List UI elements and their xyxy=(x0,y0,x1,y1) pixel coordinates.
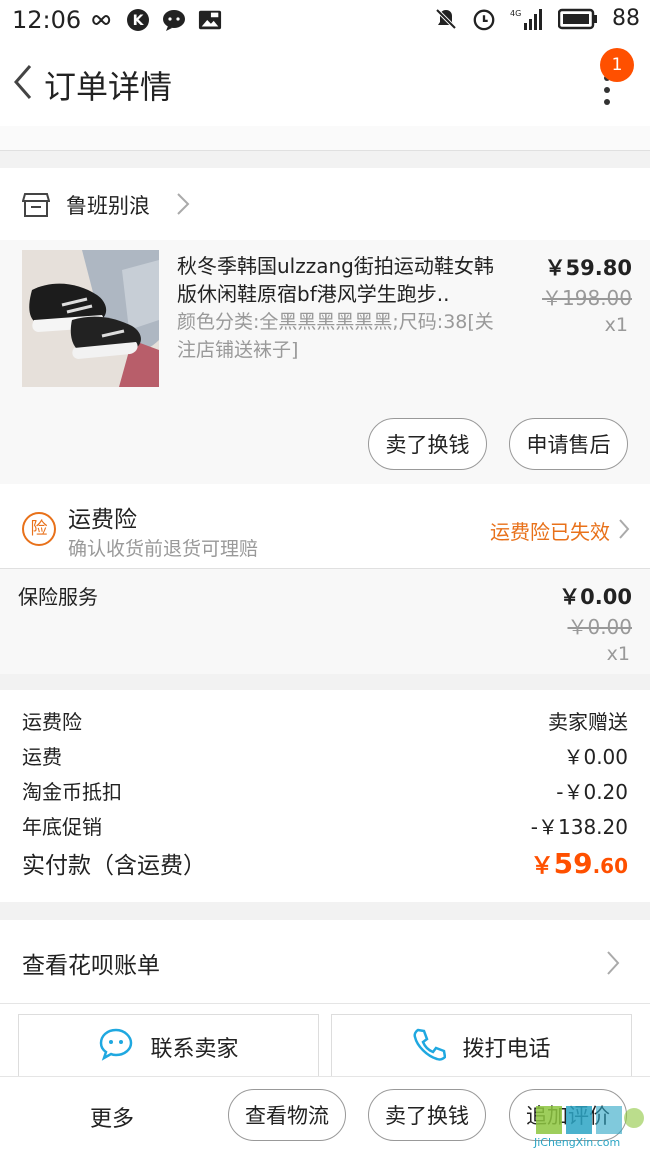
insurance-title: 运费险 xyxy=(68,507,137,533)
signal-icon: 4G xyxy=(510,7,544,31)
watermark-text: JiChengXin.com xyxy=(534,1136,621,1149)
chat-bubble-icon xyxy=(98,1027,134,1067)
summary-value: 卖家赠送 xyxy=(548,710,628,734)
contact-seller-label: 联系卖家 xyxy=(150,1037,239,1062)
status-left-icons: K xyxy=(90,8,222,32)
status-bar: 12:06 K 4G 88 xyxy=(0,0,650,40)
contact-bar: 联系卖家 拨打电话 xyxy=(0,1004,650,1080)
contact-seller-button[interactable]: 联系卖家 xyxy=(18,1014,319,1080)
mute-icon xyxy=(434,7,458,31)
divider xyxy=(0,150,650,151)
total-integer: 59 xyxy=(553,847,593,880)
total-decimal: .60 xyxy=(592,854,628,878)
call-phone-label: 拨打电话 xyxy=(462,1037,551,1062)
product-title[interactable]: 秋冬季韩国ulzzang街拍运动鞋女韩版休闲鞋原宿bf港风学生跑步.. xyxy=(177,252,497,308)
view-logistics-button[interactable]: 查看物流 xyxy=(228,1089,346,1141)
product-quantity: x1 xyxy=(604,314,628,336)
k-app-icon: K xyxy=(126,8,150,32)
huabei-label: 查看花呗账单 xyxy=(22,953,160,979)
total-label: 实付款（含运费） xyxy=(22,853,206,879)
infinity-icon xyxy=(90,8,114,32)
product-original-price: ￥198.00 xyxy=(542,286,632,310)
phone-icon xyxy=(412,1027,447,1067)
svg-text:K: K xyxy=(133,13,145,29)
notification-badge: 1 xyxy=(600,48,634,82)
product-price: ￥59.80 xyxy=(544,256,632,280)
page-title: 订单详情 xyxy=(44,68,173,106)
summary-label: 淘金币抵扣 xyxy=(22,780,122,804)
summary-row: 运费险 卖家赠送 xyxy=(22,706,628,735)
image-icon xyxy=(198,8,222,32)
summary-value: -￥0.20 xyxy=(556,780,628,804)
app-header: 订单详情 xyxy=(0,40,650,126)
huabei-bill-row[interactable]: 查看花呗账单 xyxy=(0,920,650,1004)
call-phone-button[interactable]: 拨打电话 xyxy=(331,1014,632,1080)
shop-row[interactable]: 鲁班别浪 xyxy=(0,168,650,240)
header-spacer xyxy=(0,126,650,150)
status-right-icons: 4G 88 xyxy=(434,6,640,31)
chevron-right-icon xyxy=(618,518,630,540)
summary-row: 运费 ￥0.00 xyxy=(22,741,628,770)
resell-bottom-button[interactable]: 卖了换钱 xyxy=(368,1089,486,1141)
service-price: ￥0.00 xyxy=(559,585,632,609)
chevron-right-icon xyxy=(176,192,190,216)
summary-row: 淘金币抵扣 -￥0.20 xyxy=(22,776,628,805)
summary-label: 运费 xyxy=(22,745,62,769)
summary-row: 年底促销 -￥138.20 xyxy=(22,811,628,840)
total-amount: ￥59.60 xyxy=(531,846,628,880)
summary-label: 年底促销 xyxy=(22,815,102,839)
battery-icon xyxy=(558,7,598,31)
insurance-icon: 险 xyxy=(22,512,56,546)
chat-icon xyxy=(162,8,186,32)
shipping-insurance-row[interactable]: 险 运费险 确认收货前退货可理赔 运费险已失效 xyxy=(0,484,650,568)
product-spec: 颜色分类:全黑黑黑黑黑黑;尺码:38[关注店铺送袜子] xyxy=(177,311,494,361)
watermark: JiChengXin.com xyxy=(530,1100,650,1155)
chevron-right-icon xyxy=(606,950,620,976)
after-sales-button[interactable]: 申请售后 xyxy=(509,418,628,470)
service-quantity: x1 xyxy=(606,643,630,665)
order-summary: 运费险 卖家赠送 运费 ￥0.00 淘金币抵扣 -￥0.20 年底促销 -￥13… xyxy=(0,690,650,902)
service-original-price: ￥0.00 xyxy=(567,615,632,639)
insurance-status: 运费险已失效 xyxy=(490,520,610,544)
summary-label: 运费险 xyxy=(22,710,82,734)
total-currency: ￥ xyxy=(530,853,554,879)
network-type: 4G xyxy=(510,9,521,18)
service-label: 保险服务 xyxy=(18,585,98,609)
summary-value: -￥138.20 xyxy=(530,815,628,839)
alarm-icon xyxy=(472,7,496,31)
product-card[interactable]: 秋冬季韩国ulzzang街拍运动鞋女韩版休闲鞋原宿bf港风学生跑步.. 颜色分类… xyxy=(0,240,650,484)
shop-name: 鲁班别浪 xyxy=(66,194,150,218)
total-row: 实付款（含运费） ￥59.60 xyxy=(22,846,628,880)
battery-level: 88 xyxy=(612,6,640,31)
resell-button[interactable]: 卖了换钱 xyxy=(368,418,487,470)
summary-value: ￥0.00 xyxy=(563,745,628,769)
insurance-service-row: 保险服务 ￥0.00 ￥0.00 x1 xyxy=(0,568,650,674)
status-time: 12:06 xyxy=(12,6,82,34)
back-button[interactable] xyxy=(8,62,44,102)
store-icon xyxy=(21,192,51,218)
insurance-subtitle: 确认收货前退货可理赔 xyxy=(68,538,259,560)
more-actions-button[interactable]: 更多 xyxy=(90,1101,134,1133)
product-thumbnail[interactable] xyxy=(22,250,159,387)
